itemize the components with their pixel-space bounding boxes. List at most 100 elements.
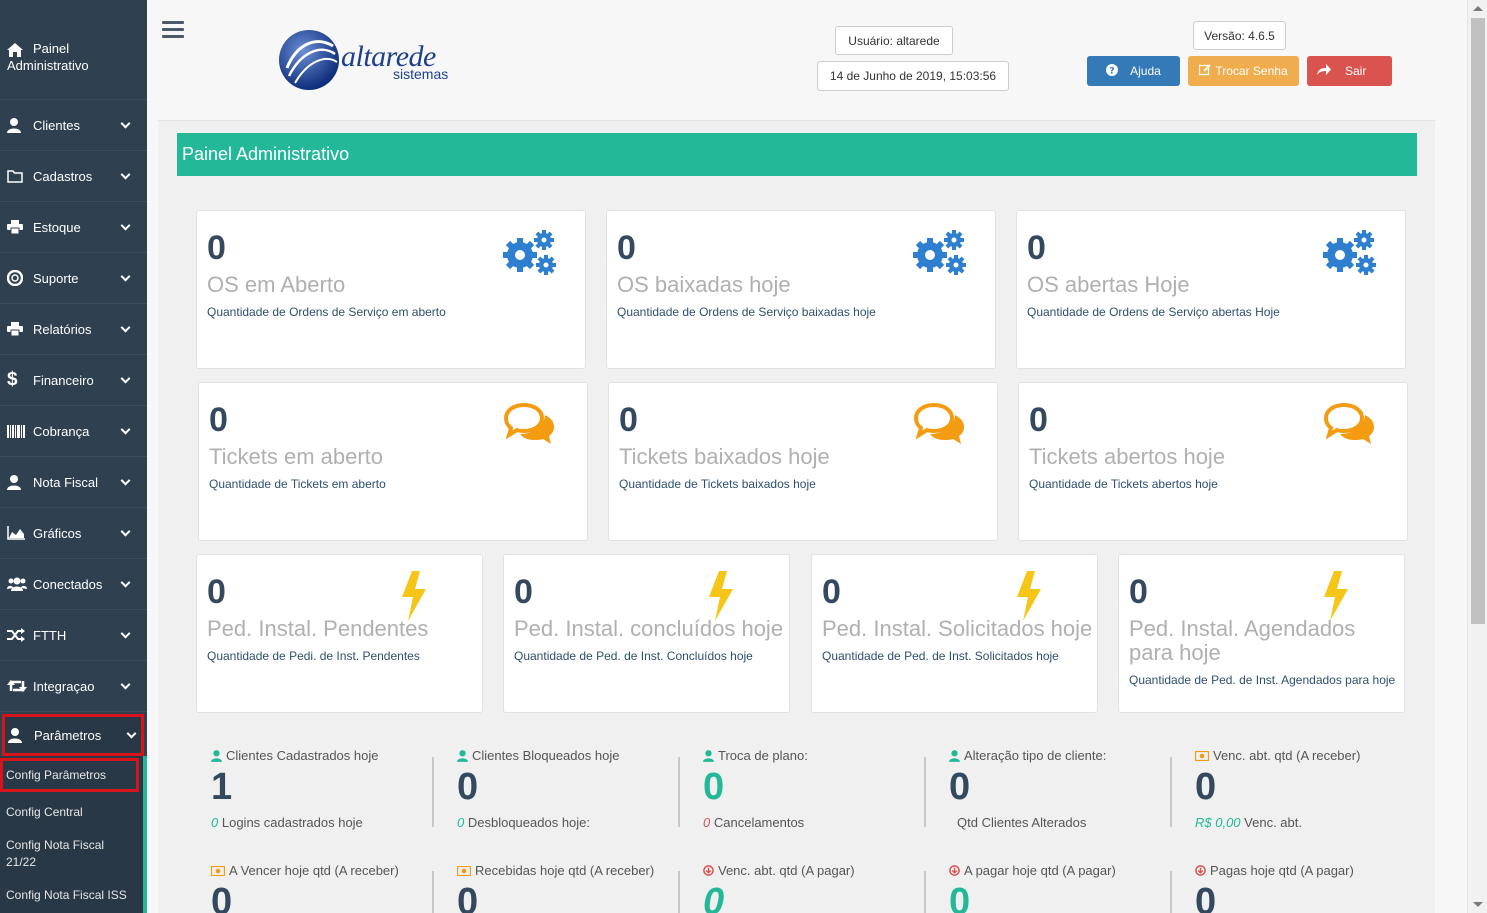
- stat-value: 0: [703, 766, 725, 808]
- version-badge: Versão: 4.6.5: [1193, 21, 1286, 50]
- sidebar-item-parametros[interactable]: Parâmetros: [2, 714, 144, 756]
- sidebar-item-cadastros[interactable]: Cadastros: [0, 151, 147, 202]
- stat-value: 0: [1195, 881, 1217, 913]
- divider: [924, 871, 926, 913]
- stat-foot-label: Logins cadastrados hoje: [221, 815, 363, 830]
- card-title: OS em Aberto: [207, 272, 346, 297]
- card-tickets-abertos-hoje[interactable]: 0 Tickets abertos hoje Quantidade de Tic…: [1018, 382, 1408, 541]
- stat-troca-de-plano: Troca de plano: 0 0 Cancelamentos: [703, 748, 933, 830]
- divider: [1170, 757, 1172, 827]
- gears-icon: [503, 230, 556, 275]
- card-ped-instal-pendentes[interactable]: 0 Ped. Instal. Pendentes Quantidade de P…: [196, 554, 483, 713]
- user-icon: [211, 749, 222, 762]
- change-password-button[interactable]: Trocar Senha: [1188, 56, 1299, 86]
- arrow-circle-down-icon: [1195, 865, 1206, 876]
- divider: [432, 871, 434, 913]
- submenu-config-nota-fiscal-21-22[interactable]: Config Nota Fiscal 21/22: [0, 837, 120, 871]
- card-os-abertas-hoje[interactable]: 0 OS abertas Hoje Quantidade de Ordens d…: [1016, 210, 1406, 369]
- sidebar-item-graficos[interactable]: Gráficos: [0, 508, 147, 559]
- stat-value: 0: [1195, 766, 1217, 808]
- sidebar-item-integracao[interactable]: Integraçao: [0, 661, 147, 712]
- sidebar-item-cobranca[interactable]: Cobrança: [0, 406, 147, 457]
- chevron-down-icon: [120, 220, 131, 231]
- submenu-config-nota-fiscal-iss[interactable]: Config Nota Fiscal ISS: [0, 887, 143, 904]
- card-desc: Quantidade de Tickets baixados hoje: [619, 477, 816, 491]
- logout-button[interactable]: Sair: [1307, 56, 1392, 86]
- stat-value: 0: [211, 881, 233, 913]
- share-arrow-icon: [1317, 64, 1331, 78]
- user-icon: [7, 117, 29, 133]
- sidebar-item-financeiro[interactable]: $ Financeiro: [0, 355, 147, 406]
- sidebar-top-line1: Painel: [33, 41, 70, 56]
- card-desc: Quantidade de Tickets em aberto: [209, 477, 386, 491]
- area-chart-icon: [7, 526, 29, 540]
- chevron-down-icon: [120, 118, 131, 129]
- sidebar-item-label: Financeiro: [33, 372, 94, 388]
- card-os-baixadas-hoje[interactable]: 0 OS baixadas hoje Quantidade de Ordens …: [606, 210, 996, 369]
- vertical-scrollbar[interactable]: [1467, 0, 1487, 913]
- sidebar-item-label: Suporte: [33, 270, 79, 286]
- panel-title: Painel Administrativo: [177, 133, 1417, 176]
- sidebar-item-label: Parâmetros: [34, 727, 102, 743]
- stat-foot-label: Cancelamentos: [713, 815, 805, 830]
- card-tickets-baixados-hoje[interactable]: 0 Tickets baixados hoje Quantidade de Ti…: [608, 382, 998, 541]
- stat-alteracao-tipo-cliente: Alteração tipo de cliente: 0 Qtd Cliente…: [949, 748, 1179, 830]
- card-value: 0: [207, 229, 226, 267]
- help-button[interactable]: ? Ajuda: [1087, 56, 1180, 86]
- sidebar-item-conectados[interactable]: Conectados: [0, 559, 147, 610]
- chevron-down-icon: [120, 169, 131, 180]
- stat-clientes-cadastrados: Clientes Cadastrados hoje 1 0 Logins cad…: [211, 748, 441, 830]
- card-value: 0: [822, 573, 841, 611]
- user-icon: [7, 474, 29, 490]
- card-title: Ped. Instal. Solicitados hoje: [822, 616, 1093, 641]
- sidebar-item-ftth[interactable]: FTTH: [0, 610, 147, 661]
- bolt-icon: [402, 571, 426, 621]
- question-circle-icon: ?: [1106, 63, 1119, 79]
- card-tickets-em-aberto[interactable]: 0 Tickets em aberto Quantidade de Ticket…: [198, 382, 588, 541]
- card-desc: Quantidade de Ped. de Inst. Agendados pa…: [1129, 673, 1396, 687]
- sidebar-top-line2: Administrativo: [7, 58, 89, 73]
- card-desc: Quantidade de Ordens de Serviço em abert…: [207, 305, 446, 319]
- sidebar-item-relatorios[interactable]: Relatórios: [0, 304, 147, 355]
- card-os-em-aberto[interactable]: 0 OS em Aberto Quantidade de Ordens de S…: [196, 210, 586, 369]
- bolt-icon: [709, 571, 733, 621]
- retweet-icon: [7, 679, 29, 693]
- users-icon: [7, 577, 29, 591]
- main-panel: Painel Administrativo 0 OS em Aberto Qua…: [158, 120, 1435, 913]
- lifebuoy-icon: [7, 270, 29, 286]
- card-ped-instal-concluidos-hoje[interactable]: 0 Ped. Instal. concluídos hoje Quantidad…: [503, 554, 790, 713]
- stat-value: 0: [949, 881, 971, 913]
- chevron-down-icon: [120, 373, 131, 384]
- stat-foot-label: Venc. abt.: [1244, 815, 1302, 830]
- logo-globe-icon: [279, 30, 339, 90]
- sidebar-item-label: Cadastros: [33, 168, 93, 184]
- card-value: 0: [1027, 229, 1046, 267]
- sidebar-item-dashboard[interactable]: Painel Administrativo: [0, 0, 147, 100]
- stat-recebidas-hoje: Recebidas hoje qtd (A receber) 0: [457, 863, 687, 913]
- stat-venc-abt-pagar: Venc. abt. qtd (A pagar) 0: [703, 863, 933, 913]
- stat-foot-label: Desbloqueados hoje:: [467, 815, 591, 830]
- chevron-down-icon: [120, 322, 131, 333]
- card-ped-instal-agendados-hoje[interactable]: 0 Ped. Instal. Agendados para hoje Quant…: [1118, 554, 1405, 713]
- card-ped-instal-solicitados-hoje[interactable]: 0 Ped. Instal. Solicitados hoje Quantida…: [811, 554, 1098, 713]
- card-value: 0: [207, 573, 226, 611]
- submenu-config-parametros[interactable]: Config Parâmetros: [0, 758, 139, 792]
- sidebar-item-nota-fiscal[interactable]: Nota Fiscal: [0, 457, 147, 508]
- sidebar-item-estoque[interactable]: Estoque: [0, 202, 147, 253]
- hamburger-menu-icon[interactable]: [162, 21, 184, 39]
- folder-icon: [7, 169, 29, 183]
- divider: [1170, 871, 1172, 913]
- divider: [678, 757, 680, 827]
- svg-text:?: ?: [1110, 66, 1115, 76]
- sidebar: Painel Administrativo Clientes Cadastros …: [0, 0, 147, 913]
- scroll-down-arrow-icon[interactable]: [1473, 902, 1483, 907]
- scrollbar-thumb[interactable]: [1471, 18, 1485, 624]
- card-value: 0: [619, 401, 638, 439]
- sidebar-item-label: Gráficos: [33, 525, 82, 541]
- sidebar-item-suporte[interactable]: Suporte: [0, 253, 147, 304]
- edit-icon: [1199, 63, 1211, 79]
- divider: [432, 757, 434, 827]
- submenu-config-central[interactable]: Config Central: [0, 804, 143, 821]
- sidebar-item-clientes[interactable]: Clientes: [0, 100, 147, 151]
- scroll-up-arrow-icon[interactable]: [1473, 6, 1483, 11]
